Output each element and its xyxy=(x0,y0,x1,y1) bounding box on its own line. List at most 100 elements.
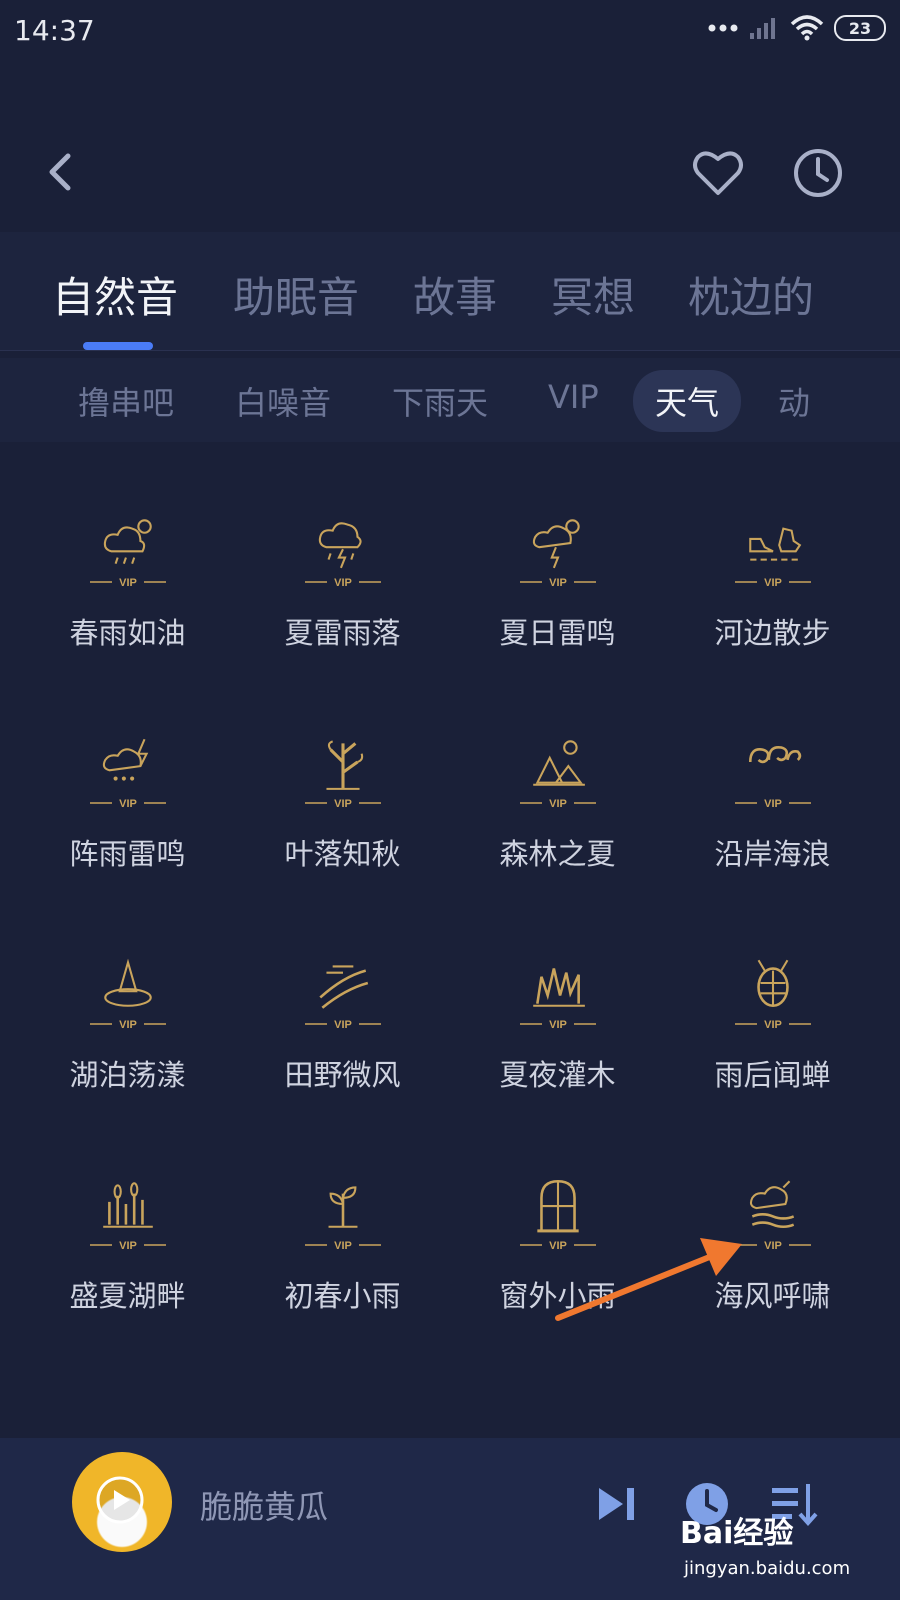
svg-text:VIP: VIP xyxy=(119,798,137,810)
chip-white-noise[interactable]: 白噪音 xyxy=(235,378,331,424)
tab-story[interactable]: 故事 xyxy=(413,264,497,325)
sound-item[interactable]: VIP 沿岸海浪 xyxy=(665,691,880,901)
field-wind-icon xyxy=(319,965,369,1009)
tab-pillow[interactable]: 枕边的 xyxy=(688,264,814,325)
wifi-icon xyxy=(790,15,824,41)
vip-badge: VIP xyxy=(305,1019,381,1031)
status-icons: 23 xyxy=(708,14,886,42)
sound-label: 海风呼啸 xyxy=(714,1279,831,1313)
svg-text:VIP: VIP xyxy=(549,577,567,589)
sound-item[interactable]: VIP 阵雨雷鸣 xyxy=(20,691,235,901)
battery-indicator: 23 xyxy=(834,15,886,41)
sound-label: 窗外小雨 xyxy=(499,1279,616,1313)
sound-label: 初春小雨 xyxy=(284,1279,401,1313)
sound-label: 雨后闻蝉 xyxy=(714,1058,831,1092)
sound-label: 盛夏湖畔 xyxy=(69,1279,186,1313)
svg-text:VIP: VIP xyxy=(549,1240,567,1252)
sound-item[interactable]: VIP 夏日雷鸣 xyxy=(450,470,665,680)
sound-item[interactable]: VIP 森林之夏 xyxy=(450,691,665,901)
vip-badge: VIP xyxy=(305,577,381,589)
tree-icon xyxy=(326,740,364,790)
vip-badge: VIP xyxy=(735,1019,811,1031)
vip-badge: VIP xyxy=(520,798,596,810)
svg-text:VIP: VIP xyxy=(764,1240,782,1252)
top-nav xyxy=(0,120,900,230)
sound-item[interactable]: VIP 春雨如油 xyxy=(20,470,235,680)
sound-label: 夏日雷鸣 xyxy=(499,616,616,650)
walking-shoes-icon xyxy=(749,527,802,561)
svg-text:VIP: VIP xyxy=(764,577,782,589)
signal-icon xyxy=(750,18,775,39)
sound-label: 田野微风 xyxy=(284,1058,401,1092)
chip-vip[interactable]: VIP xyxy=(548,378,599,416)
category-tabs: 自然音 助眠音 故事 冥想 枕边的 xyxy=(0,232,900,351)
sound-item[interactable]: VIP 叶落知秋 xyxy=(235,691,450,901)
sound-item[interactable]: VIP 盛夏湖畔 xyxy=(20,1133,235,1343)
sound-item[interactable]: VIP 窗外小雨 xyxy=(450,1133,665,1343)
subcategory-chips: 撸串吧 白噪音 下雨天 VIP 天气 动 xyxy=(0,358,900,442)
tab-sleep[interactable]: 助眠音 xyxy=(233,264,359,325)
sound-label: 森林之夏 xyxy=(499,837,616,871)
sun-thunder-icon xyxy=(532,519,580,569)
cicada-icon xyxy=(757,959,789,1008)
reeds-icon xyxy=(103,1182,153,1228)
sea-wind-icon xyxy=(749,1180,795,1229)
baidu-watermark: Bai经验 jingyan.baidu.com xyxy=(680,1508,860,1588)
status-time: 14:37 xyxy=(14,14,95,47)
window-icon xyxy=(537,1179,579,1233)
album-art[interactable] xyxy=(72,1452,172,1552)
sound-item[interactable]: VIP 湖泊荡漾 xyxy=(20,912,235,1122)
shower-thunder-icon xyxy=(102,738,149,781)
vip-badge: VIP xyxy=(735,798,811,810)
watermark-logo: Bai经验 xyxy=(680,1516,794,1551)
clock-icon[interactable] xyxy=(790,145,846,201)
lake-tree-icon xyxy=(104,958,152,1007)
vip-badge: VIP xyxy=(735,577,811,589)
sound-item[interactable]: VIP 田野微风 xyxy=(235,912,450,1122)
chip-bbq[interactable]: 撸串吧 xyxy=(78,378,174,424)
sound-label: 河边散步 xyxy=(714,616,831,650)
waves-icon xyxy=(748,745,802,764)
watermark-url: jingyan.baidu.com xyxy=(684,1558,851,1579)
rain-sun-icon xyxy=(103,519,152,565)
chip-animals[interactable]: 动 xyxy=(778,378,810,424)
sprout-icon xyxy=(328,1186,358,1228)
next-track-icon[interactable] xyxy=(595,1484,639,1524)
vip-badge: VIP xyxy=(90,1019,166,1031)
sound-item[interactable]: VIP 海风呼啸 xyxy=(665,1133,880,1343)
sound-item[interactable]: VIP 初春小雨 xyxy=(235,1133,450,1343)
vip-badge: VIP xyxy=(305,1240,381,1252)
sound-label: 沿岸海浪 xyxy=(714,837,831,871)
grass-icon xyxy=(533,968,585,1007)
sound-item[interactable]: VIP 河边散步 xyxy=(665,470,880,680)
sound-label: 阵雨雷鸣 xyxy=(69,837,186,871)
status-bar: 14:37 23 xyxy=(0,0,900,64)
sound-label: 夏夜灌木 xyxy=(499,1058,616,1092)
more-dots-icon xyxy=(708,24,738,32)
chip-weather[interactable]: 天气 xyxy=(633,370,742,432)
sound-label: 湖泊荡漾 xyxy=(69,1058,186,1092)
vip-badge: VIP xyxy=(520,1019,596,1031)
now-playing-title[interactable]: 脆脆黄瓜 xyxy=(200,1482,328,1528)
sound-item[interactable]: VIP 雨后闻蝉 xyxy=(665,912,880,1122)
svg-text:VIP: VIP xyxy=(119,577,137,589)
svg-text:VIP: VIP xyxy=(764,1019,782,1031)
vip-badge: VIP xyxy=(520,1240,596,1252)
heart-icon[interactable] xyxy=(690,145,746,201)
svg-text:VIP: VIP xyxy=(119,1019,137,1031)
sound-label: 春雨如油 xyxy=(69,616,186,650)
vip-badge: VIP xyxy=(90,1240,166,1252)
tab-indicator xyxy=(83,342,153,350)
svg-text:VIP: VIP xyxy=(334,1240,352,1252)
svg-text:VIP: VIP xyxy=(334,798,352,810)
tab-nature[interactable]: 自然音 xyxy=(52,264,178,325)
sound-label: 叶落知秋 xyxy=(284,837,401,871)
vip-badge: VIP xyxy=(90,798,166,810)
vip-badge: VIP xyxy=(305,798,381,810)
tab-meditation[interactable]: 冥想 xyxy=(551,264,635,325)
back-icon[interactable] xyxy=(40,150,84,194)
chip-rainy-day[interactable]: 下雨天 xyxy=(392,378,488,424)
sound-item[interactable]: VIP 夏雷雨落 xyxy=(235,470,450,680)
sound-item[interactable]: VIP 夏夜灌木 xyxy=(450,912,665,1122)
sound-label: 夏雷雨落 xyxy=(284,616,401,650)
